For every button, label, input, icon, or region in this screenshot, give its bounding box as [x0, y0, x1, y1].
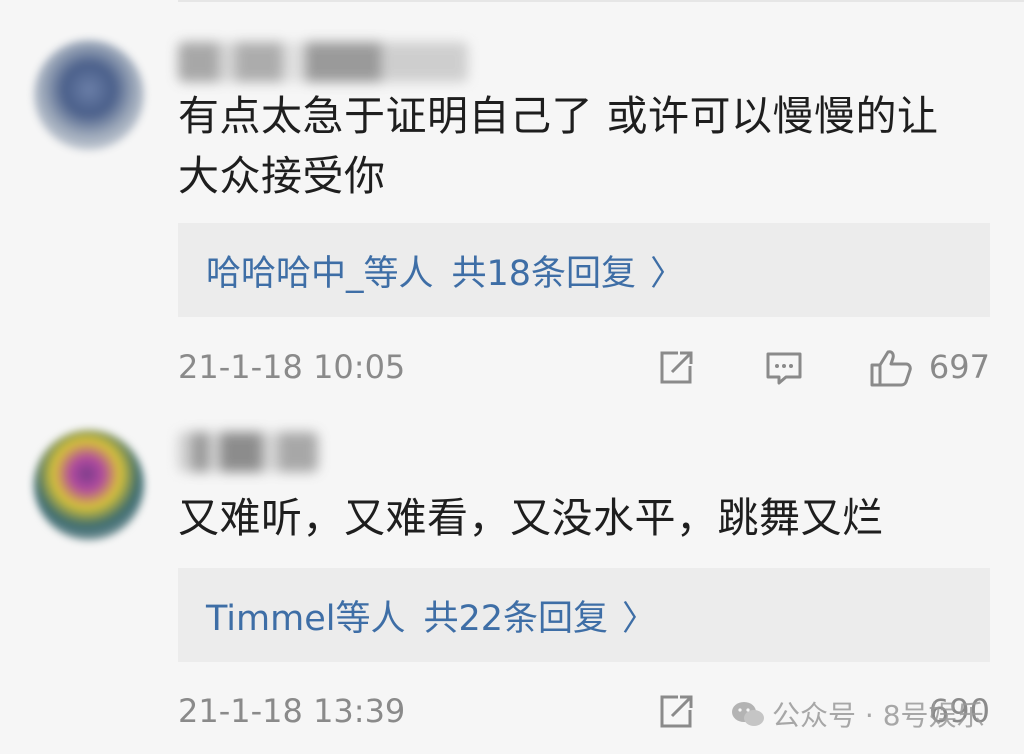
share-icon[interactable] — [656, 348, 696, 388]
reply-summary[interactable]: 哈哈哈中_等人 共18条回复 〉 — [178, 223, 990, 317]
chevron-right-icon: 〉 — [650, 253, 685, 294]
comment-text: 有点太急于证明自己了 或许可以慢慢的让 大众接受你 — [178, 86, 968, 206]
reply-count: 共18条回复 — [451, 253, 637, 294]
reply-summary[interactable]: Timmel等人 共22条回复 〉 — [178, 568, 990, 662]
watermark: 公众号 · 8号娱乐 — [730, 694, 985, 734]
watermark-text: 公众号 · 8号娱乐 — [772, 699, 985, 732]
avatar[interactable] — [34, 40, 144, 150]
comment-text-line: 又难听，又难看，又没水平，跳舞又烂 — [178, 494, 884, 542]
username[interactable] — [178, 42, 468, 82]
share-icon[interactable] — [656, 692, 696, 732]
reply-count: 共22条回复 — [423, 598, 609, 639]
comment-meta: 21-1-18 10:05 697 — [178, 342, 990, 392]
timestamp: 21-1-18 10:05 — [178, 348, 406, 386]
comment-icon[interactable] — [764, 348, 804, 388]
wechat-icon — [732, 702, 764, 726]
reply-users: Timmel等人 — [206, 598, 406, 639]
comment-text-line: 大众接受你 — [178, 152, 386, 200]
like-icon[interactable] — [868, 348, 916, 388]
avatar[interactable] — [34, 430, 144, 540]
comment-text-line: 有点太急于证明自己了 或许可以慢慢的让 — [178, 92, 939, 140]
comment-text: 又难听，又难看，又没水平，跳舞又烂 — [178, 488, 968, 548]
username[interactable] — [178, 432, 318, 472]
like-count: 697 — [928, 348, 990, 386]
chevron-right-icon: 〉 — [622, 598, 657, 639]
divider — [178, 0, 1024, 2]
timestamp: 21-1-18 13:39 — [178, 692, 406, 730]
reply-users: 哈哈哈中_等人 — [206, 253, 434, 294]
